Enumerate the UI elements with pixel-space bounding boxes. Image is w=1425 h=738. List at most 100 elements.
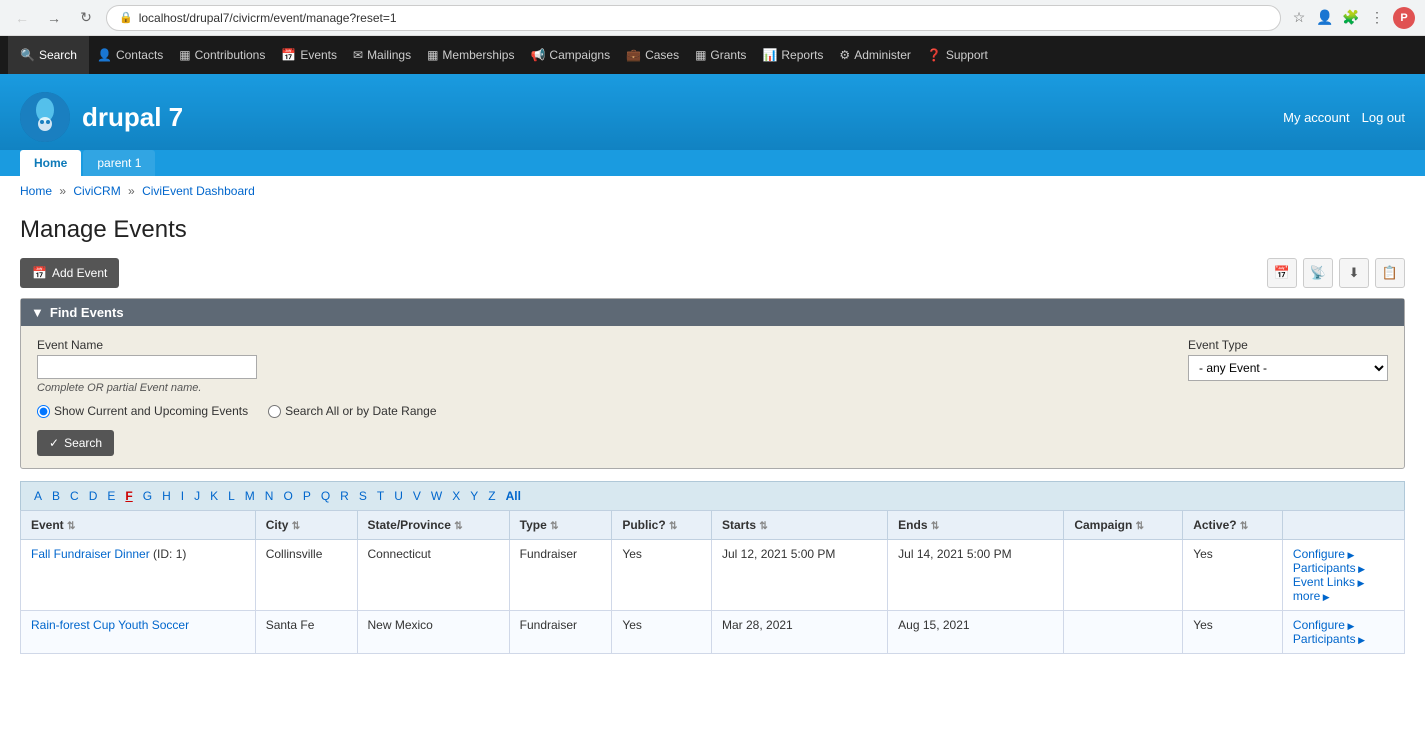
alpha-letter-b[interactable]: B bbox=[49, 488, 63, 504]
alpha-letter-s[interactable]: S bbox=[356, 488, 370, 504]
nav-contacts[interactable]: 👤 Contacts bbox=[89, 36, 171, 74]
alpha-letter-f[interactable]: F bbox=[122, 488, 135, 504]
search-button[interactable]: ✓ Search bbox=[37, 430, 114, 456]
find-events-title: Find Events bbox=[50, 305, 124, 320]
alpha-letter-i[interactable]: I bbox=[178, 488, 187, 504]
event-link-0[interactable]: Fall Fundraiser Dinner bbox=[31, 547, 150, 561]
col-state[interactable]: State/Province ⇅ bbox=[357, 511, 509, 540]
nav-events[interactable]: 📅 Events bbox=[273, 36, 345, 74]
cell-starts-1: Mar 28, 2021 bbox=[712, 611, 888, 654]
nav-grants[interactable]: ▦ Grants bbox=[687, 36, 754, 74]
alpha-letter-n[interactable]: N bbox=[262, 488, 277, 504]
alpha-letter-v[interactable]: V bbox=[410, 488, 424, 504]
action-participants-1[interactable]: Participants bbox=[1293, 632, 1394, 646]
event-type-select[interactable]: - any Event - bbox=[1188, 355, 1388, 381]
alpha-letter-y[interactable]: Y bbox=[467, 488, 481, 504]
cell-actions-0: ConfigureParticipantsEvent Linksmore bbox=[1282, 540, 1404, 611]
nav-reports[interactable]: 📊 Reports bbox=[754, 36, 831, 74]
col-starts[interactable]: Starts ⇅ bbox=[712, 511, 888, 540]
action-event-links-0[interactable]: Event Links bbox=[1293, 575, 1394, 589]
alpha-letter-z[interactable]: Z bbox=[485, 488, 498, 504]
alpha-letter-c[interactable]: C bbox=[67, 488, 82, 504]
radio-current-input[interactable] bbox=[37, 405, 50, 418]
alpha-letter-j[interactable]: J bbox=[191, 488, 203, 504]
back-button[interactable]: ← bbox=[10, 6, 34, 30]
alpha-letter-m[interactable]: M bbox=[242, 488, 258, 504]
alpha-letter-k[interactable]: K bbox=[207, 488, 221, 504]
nav-contributions[interactable]: ▦ Contributions bbox=[171, 36, 273, 74]
avatar[interactable]: P bbox=[1393, 7, 1415, 29]
action-configure-1[interactable]: Configure bbox=[1293, 618, 1394, 632]
col-campaign[interactable]: Campaign ⇅ bbox=[1064, 511, 1183, 540]
profile-icon[interactable]: 👤 bbox=[1315, 8, 1335, 28]
template-icon[interactable]: 📋 bbox=[1375, 258, 1405, 288]
alpha-letter-u[interactable]: U bbox=[391, 488, 406, 504]
extension-icon[interactable]: 🧩 bbox=[1341, 8, 1361, 28]
alpha-letter-r[interactable]: R bbox=[337, 488, 352, 504]
event-name-input[interactable] bbox=[37, 355, 257, 379]
cell-ends-1: Aug 15, 2021 bbox=[888, 611, 1064, 654]
nav-support[interactable]: ❓ Support bbox=[919, 36, 996, 74]
browser-chrome: ← → ↻ 🔒 localhost/drupal7/civicrm/event/… bbox=[0, 0, 1425, 36]
top-nav: 🔍 Search 👤 Contacts ▦ Contributions 📅 Ev… bbox=[0, 36, 1425, 74]
reload-button[interactable]: ↻ bbox=[74, 6, 98, 30]
log-out-link[interactable]: Log out bbox=[1362, 110, 1405, 125]
col-public[interactable]: Public? ⇅ bbox=[612, 511, 712, 540]
cell-campaign-1 bbox=[1064, 611, 1183, 654]
find-events-header[interactable]: ▼ Find Events bbox=[21, 299, 1404, 326]
cell-city-0: Collinsville bbox=[255, 540, 357, 611]
alpha-letter-q[interactable]: Q bbox=[318, 488, 333, 504]
col-active[interactable]: Active? ⇅ bbox=[1183, 511, 1283, 540]
radio-all-input[interactable] bbox=[268, 405, 281, 418]
alpha-letter-l[interactable]: L bbox=[225, 488, 238, 504]
search-nav-item[interactable]: 🔍 Search bbox=[8, 36, 89, 74]
alpha-all[interactable]: All bbox=[503, 488, 524, 504]
nav-cases[interactable]: 💼 Cases bbox=[618, 36, 687, 74]
add-event-button[interactable]: 📅 Add Event bbox=[20, 258, 119, 288]
checkmark-icon: ✓ bbox=[49, 436, 59, 450]
action-participants-0[interactable]: Participants bbox=[1293, 561, 1394, 575]
col-city[interactable]: City ⇅ bbox=[255, 511, 357, 540]
radio-current-label[interactable]: Show Current and Upcoming Events bbox=[37, 404, 248, 418]
alpha-letter-x[interactable]: X bbox=[449, 488, 463, 504]
tab-home[interactable]: Home bbox=[20, 150, 81, 176]
alpha-letter-a[interactable]: A bbox=[31, 488, 45, 504]
event-link-1[interactable]: Rain-forest Cup Youth Soccer bbox=[31, 618, 189, 632]
breadcrumb-civicrm[interactable]: CiviCRM bbox=[73, 184, 120, 198]
col-event[interactable]: Event ⇅ bbox=[21, 511, 256, 540]
url-text: localhost/drupal7/civicrm/event/manage?r… bbox=[139, 11, 1268, 25]
download-icon[interactable]: ⬇ bbox=[1339, 258, 1369, 288]
cell-active-1: Yes bbox=[1183, 611, 1283, 654]
menu-icon[interactable]: ⋮ bbox=[1367, 8, 1387, 28]
my-account-link[interactable]: My account bbox=[1283, 110, 1349, 125]
radio-all-label[interactable]: Search All or by Date Range bbox=[268, 404, 436, 418]
page-title: Manage Events bbox=[20, 216, 1405, 244]
alpha-letter-h[interactable]: H bbox=[159, 488, 174, 504]
nav-memberships[interactable]: ▦ Memberships bbox=[419, 36, 522, 74]
action-configure-0[interactable]: Configure bbox=[1293, 547, 1394, 561]
forward-button[interactable]: → bbox=[42, 6, 66, 30]
alpha-letter-d[interactable]: D bbox=[86, 488, 101, 504]
url-bar[interactable]: 🔒 localhost/drupal7/civicrm/event/manage… bbox=[106, 5, 1281, 31]
alpha-letter-w[interactable]: W bbox=[428, 488, 445, 504]
alpha-letter-o[interactable]: O bbox=[280, 488, 295, 504]
nav-campaigns[interactable]: 📢 Campaigns bbox=[522, 36, 618, 74]
collapse-icon: ▼ bbox=[31, 305, 44, 320]
alpha-letter-p[interactable]: P bbox=[300, 488, 314, 504]
tab-parent1[interactable]: parent 1 bbox=[83, 150, 155, 176]
alpha-letter-g[interactable]: G bbox=[140, 488, 155, 504]
action-more-0[interactable]: more bbox=[1293, 589, 1394, 603]
calendar-view-icon[interactable]: 📅 bbox=[1267, 258, 1297, 288]
rss-icon[interactable]: 📡 bbox=[1303, 258, 1333, 288]
col-ends[interactable]: Ends ⇅ bbox=[888, 511, 1064, 540]
site-name: drupal 7 bbox=[82, 102, 183, 133]
alpha-letter-t[interactable]: T bbox=[374, 488, 387, 504]
breadcrumb-home[interactable]: Home bbox=[20, 184, 52, 198]
alpha-letter-e[interactable]: E bbox=[104, 488, 118, 504]
nav-mailings[interactable]: ✉ Mailings bbox=[345, 36, 419, 74]
event-id-0: (ID: 1) bbox=[150, 547, 187, 561]
bookmark-icon[interactable]: ☆ bbox=[1289, 8, 1309, 28]
col-type[interactable]: Type ⇅ bbox=[509, 511, 612, 540]
nav-administer[interactable]: ⚙ Administer bbox=[831, 36, 918, 74]
breadcrumb-civievent[interactable]: CiviEvent Dashboard bbox=[142, 184, 255, 198]
